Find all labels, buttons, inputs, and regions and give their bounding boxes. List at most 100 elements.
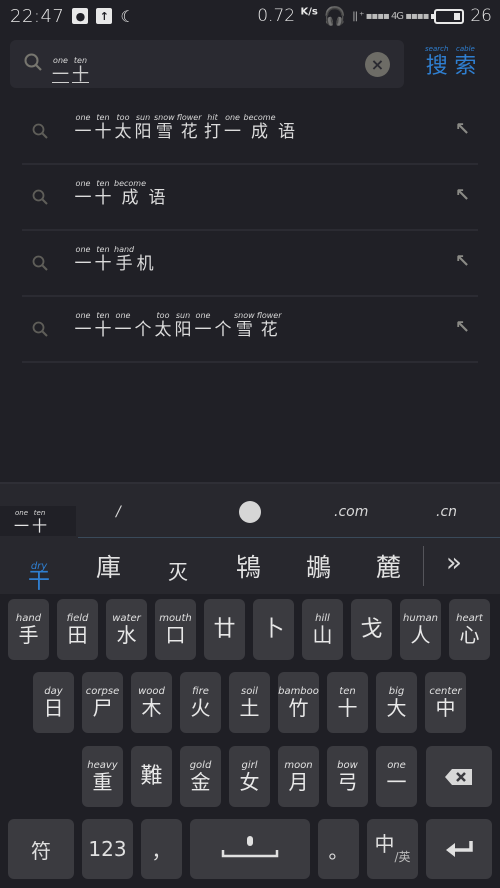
stroke-key[interactable]: 難 <box>131 746 172 807</box>
key-char: 口 <box>165 623 186 647</box>
search-icon <box>24 53 42 71</box>
candidate[interactable]: 鶘 <box>306 548 331 584</box>
key-char: 弓 <box>337 770 358 794</box>
candidate-first[interactable]: dry 干 <box>28 546 53 593</box>
suggestion-text: one 一 ten 十 hand 手机 <box>74 245 156 274</box>
char-hint: sun <box>135 113 151 122</box>
char-hint: one <box>75 179 91 188</box>
char: 阳 <box>174 320 192 340</box>
hinted-char: 语 <box>278 113 296 142</box>
query-char: one 一 <box>52 56 69 85</box>
hinted-char: too 太 <box>154 311 172 340</box>
hinted-char: sun 阳 <box>174 311 192 340</box>
stroke-key[interactable]: heavy 重 <box>82 746 123 807</box>
stroke-key[interactable]: water 水 <box>106 599 147 660</box>
stroke-key[interactable]: field 田 <box>57 599 98 660</box>
dotcn-key[interactable]: .cn <box>436 504 457 520</box>
char: 十 <box>94 122 112 142</box>
stroke-key[interactable]: one 一 <box>376 746 417 807</box>
char-hint: too <box>116 113 130 122</box>
fill-query-arrow-icon[interactable]: ↖ <box>455 317 470 338</box>
candidate[interactable]: 庫 <box>96 548 121 584</box>
fill-query-arrow-icon[interactable]: ↖ <box>455 185 470 206</box>
stroke-key[interactable]: corpse 尸 <box>82 672 123 733</box>
char-hint: one <box>115 311 131 320</box>
char: 干 <box>28 569 51 594</box>
search-query[interactable]: one 一 ten 十 <box>52 48 92 85</box>
expand-candidates-button[interactable]: » <box>446 548 462 578</box>
candidate[interactable]: 灭 <box>168 556 188 585</box>
stroke-key[interactable]: gold 金 <box>180 746 221 807</box>
drag-handle[interactable] <box>239 501 261 523</box>
numbers-key[interactable]: 123 <box>82 819 133 879</box>
char-hint: become <box>243 113 276 122</box>
slash-key[interactable]: / <box>116 504 121 520</box>
stroke-key[interactable]: center 中 <box>425 672 466 733</box>
char-hint: hand <box>114 245 135 254</box>
char: 一 <box>194 320 212 340</box>
char: 太 <box>114 122 132 142</box>
hinted-char: ten 十 <box>94 245 112 274</box>
symbols-key[interactable]: 符 <box>8 819 74 879</box>
char-hint: snow <box>234 311 255 320</box>
char: 十 <box>94 188 112 208</box>
stroke-key[interactable]: fire 火 <box>180 672 221 733</box>
clock: 22:47 <box>10 5 65 27</box>
char: 一 <box>74 254 92 274</box>
space-key[interactable] <box>190 819 310 879</box>
stroke-key[interactable]: ten 十 <box>327 672 368 733</box>
fill-query-arrow-icon[interactable]: ↖ <box>455 251 470 272</box>
stroke-key[interactable]: hill 山 <box>302 599 343 660</box>
char: 打 <box>204 122 222 142</box>
stroke-key[interactable]: 廿 <box>204 599 245 660</box>
backspace-key[interactable] <box>426 746 492 807</box>
search-field[interactable]: one 一 ten 十 × <box>10 40 404 88</box>
stroke-key[interactable]: wood 木 <box>131 672 172 733</box>
key-sublabel: /英 <box>394 849 411 864</box>
dotcom-key[interactable]: .com <box>334 504 368 520</box>
moon-icon: ☾ <box>120 6 135 26</box>
suggestion-item[interactable]: one 一 ten 十 one 一个 too 太 sun 阳 one 一个 snow 雪 flower 花 ↖ <box>22 297 478 363</box>
stroke-key[interactable]: moon 月 <box>278 746 319 807</box>
char: 十 <box>32 516 48 535</box>
stroke-key[interactable]: 戈 <box>351 599 392 660</box>
stroke-key[interactable]: day 日 <box>33 672 74 733</box>
enter-key[interactable] <box>426 819 492 879</box>
hinted-char: hit 打 <box>204 113 222 142</box>
candidate[interactable]: 鴇 <box>236 548 261 584</box>
char-hint: too <box>156 311 170 320</box>
period-key[interactable]: 。 <box>318 819 359 879</box>
candidate[interactable]: 麓 <box>376 548 401 584</box>
search-button[interactable]: search 搜 cable 索 <box>425 45 479 80</box>
comma-key[interactable]: ， <box>141 819 182 879</box>
stroke-key[interactable]: heart 心 <box>449 599 490 660</box>
stroke-key[interactable]: big 大 <box>376 672 417 733</box>
stroke-key[interactable]: girl 女 <box>229 746 270 807</box>
stroke-key[interactable]: bamboo 竹 <box>278 672 319 733</box>
search-icon <box>32 123 48 139</box>
char-hint: search <box>425 45 449 53</box>
char: 成 <box>121 188 139 208</box>
key-label: 。 <box>328 838 349 863</box>
keyboard-keys: 符 123 ， 。 中/英 hand 手 field 田 water 水 mouth 口廿卜 h… <box>0 594 500 888</box>
suggestion-text: one 一 ten 十 become 成语 <box>74 179 168 208</box>
char: 个 <box>214 320 232 340</box>
stroke-key[interactable]: 卜 <box>253 599 294 660</box>
stroke-key[interactable]: bow 弓 <box>327 746 368 807</box>
stroke-key[interactable]: mouth 口 <box>155 599 196 660</box>
stroke-key[interactable]: human 人 <box>400 599 441 660</box>
stroke-key[interactable]: soil 土 <box>229 672 270 733</box>
char-hint: ten <box>96 113 110 122</box>
language-switch-key[interactable]: 中/英 <box>367 819 418 879</box>
key-char: 大 <box>386 696 407 720</box>
suggestion-item[interactable]: one 一 ten 十 become 成语 ↖ <box>22 165 478 231</box>
hinted-char: ten 十 <box>94 311 112 340</box>
hinted-char: one 一 <box>74 245 92 274</box>
suggestion-item[interactable]: one 一 ten 十 too 太 sun 阳 snow 雪 flower 花 hit 打 one 一 beco… <box>22 99 478 165</box>
suggestion-item[interactable]: one 一 ten 十 hand 手机 ↖ <box>22 231 478 297</box>
clear-button[interactable]: × <box>365 52 390 77</box>
char-hint: one <box>75 245 91 254</box>
hinted-char: 个 <box>214 311 232 340</box>
stroke-key[interactable]: hand 手 <box>8 599 49 660</box>
fill-query-arrow-icon[interactable]: ↖ <box>455 119 470 140</box>
